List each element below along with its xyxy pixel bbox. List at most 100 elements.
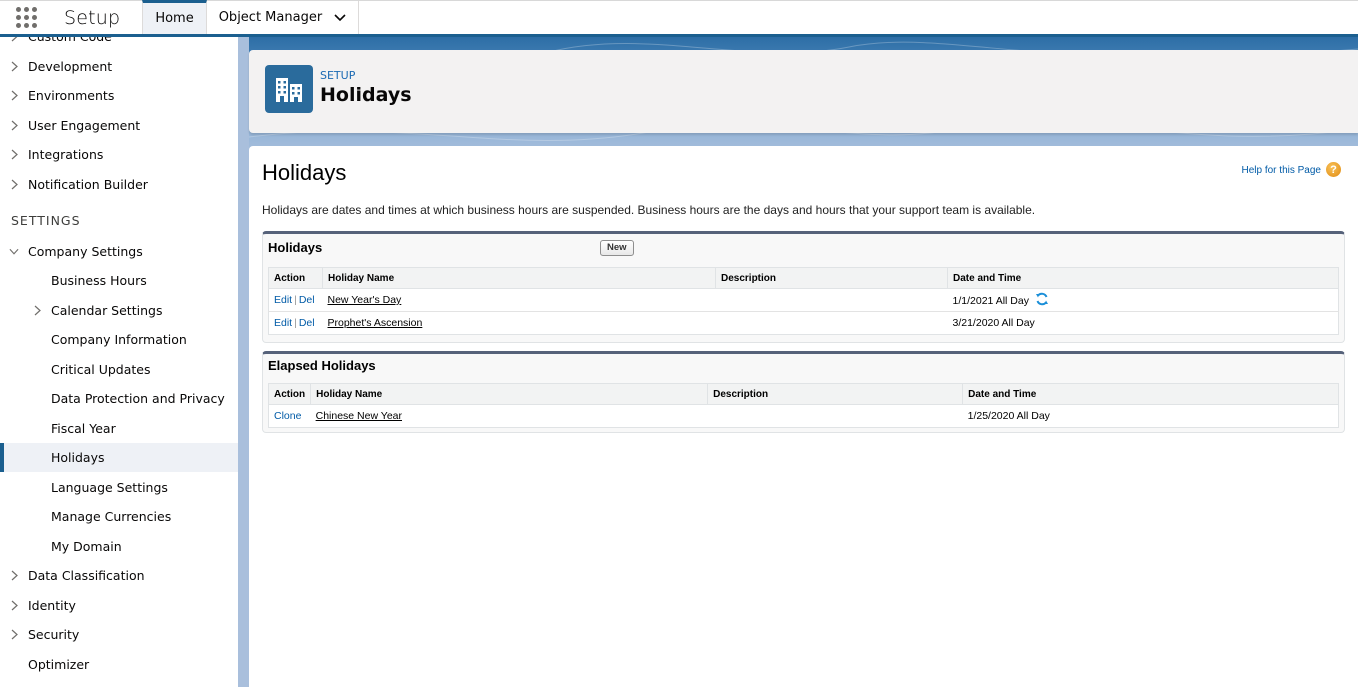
chevron-right-icon bbox=[9, 60, 19, 72]
sidebar-item-notification-builder[interactable]: Notification Builder bbox=[0, 170, 238, 199]
page-header: SETUP Holidays bbox=[249, 50, 1358, 133]
sidebar-item-company-information[interactable]: Company Information bbox=[0, 325, 238, 354]
help-icon[interactable]: ? bbox=[1326, 162, 1341, 177]
edit-link[interactable]: Edit bbox=[274, 317, 292, 329]
tab-object-manager[interactable]: Object Manager bbox=[207, 1, 360, 34]
sidebar-item-label: Business Hours bbox=[51, 273, 147, 288]
holidays-list-title: Holidays bbox=[268, 240, 323, 255]
description-cell bbox=[716, 312, 948, 335]
holiday-name-cell: New Year's Day bbox=[322, 288, 716, 312]
sidebar-item-calendar-settings[interactable]: Calendar Settings bbox=[0, 296, 238, 325]
column-header-action: Action bbox=[268, 383, 312, 405]
sidebar-item-holidays[interactable]: Holidays bbox=[0, 443, 238, 472]
sidebar-item-label: Custom Code bbox=[28, 37, 112, 44]
sidebar-item-security[interactable]: Security bbox=[0, 620, 238, 649]
holiday-name-link[interactable]: Chinese New Year bbox=[316, 410, 402, 422]
sidebar-item-optimizer[interactable]: Optimizer bbox=[0, 650, 238, 679]
tab-home[interactable]: Home bbox=[142, 0, 207, 34]
app-launcher-icon bbox=[15, 7, 37, 28]
sidebar-item-label: Integrations bbox=[28, 147, 104, 162]
sidebar-item-company-settings[interactable]: Company Settings bbox=[0, 237, 238, 266]
setup-sidebar: Custom Code Development Environments Use… bbox=[0, 37, 238, 687]
date-time-value: 1/25/2020 All Day bbox=[967, 410, 1050, 422]
delete-link[interactable]: Del bbox=[299, 317, 315, 329]
elapsed-holidays-table: Action Holiday Name Description Date and… bbox=[268, 383, 1339, 428]
clone-link[interactable]: Clone bbox=[274, 410, 301, 422]
sidebar-item-data-protection[interactable]: Data Protection and Privacy bbox=[0, 384, 238, 413]
table-header-row: Action Holiday Name Description Date and… bbox=[268, 383, 1339, 405]
app-launcher-button[interactable] bbox=[0, 1, 52, 34]
holidays-table: Action Holiday Name Description Date and… bbox=[268, 267, 1339, 335]
column-header-date-time[interactable]: Date and Time bbox=[947, 267, 1339, 289]
page-title: Holidays bbox=[320, 84, 412, 106]
page-description: Holidays are dates and times at which bu… bbox=[262, 203, 1036, 217]
sidebar-resize-divider[interactable] bbox=[238, 37, 249, 687]
chevron-right-icon bbox=[9, 37, 19, 42]
table-row: Edit | Del Prophet's Ascension 3/21/2020 A… bbox=[269, 312, 1339, 335]
action-cell: Clone bbox=[269, 405, 311, 428]
recurring-icon bbox=[1035, 292, 1049, 309]
action-separator: | bbox=[294, 317, 297, 329]
sidebar-item-user-engagement[interactable]: User Engagement bbox=[0, 111, 238, 140]
elapsed-holidays-list-title: Elapsed Holidays bbox=[268, 358, 376, 373]
sidebar-item-custom-code[interactable]: Custom Code bbox=[0, 37, 238, 51]
sidebar-item-label: Development bbox=[28, 59, 113, 74]
date-time-value: 1/1/2021 All Day bbox=[952, 294, 1029, 307]
column-header-holiday-name[interactable]: Holiday Name bbox=[322, 267, 716, 289]
new-holiday-button[interactable]: New bbox=[600, 240, 634, 256]
table-row: Clone Chinese New Year 1/25/2020 All Day bbox=[269, 405, 1339, 428]
sidebar-item-language-settings[interactable]: Language Settings bbox=[0, 473, 238, 502]
sidebar-item-label: Company Information bbox=[51, 332, 187, 347]
table-header-row: Action Holiday Name Description Date and… bbox=[268, 267, 1339, 289]
holiday-name-link[interactable]: New Year's Day bbox=[328, 294, 402, 306]
sidebar-item-development[interactable]: Development bbox=[0, 52, 238, 81]
chevron-right-icon bbox=[9, 178, 19, 190]
sidebar-item-identity[interactable]: Identity bbox=[0, 591, 238, 620]
date-time-value: 3/21/2020 All Day bbox=[952, 317, 1035, 329]
sidebar-heading-settings: SETTINGS bbox=[11, 213, 81, 228]
sidebar-item-label: Company Settings bbox=[28, 244, 143, 259]
sidebar-item-label: Manage Currencies bbox=[51, 509, 172, 524]
column-header-description[interactable]: Description bbox=[715, 267, 948, 289]
edit-link[interactable]: Edit bbox=[274, 294, 292, 306]
description-cell bbox=[715, 288, 948, 312]
tab-home-label: Home bbox=[155, 11, 194, 26]
sidebar-item-label: Language Settings bbox=[51, 480, 168, 495]
sidebar-item-integrations[interactable]: Integrations bbox=[0, 140, 238, 169]
sidebar-item-critical-updates[interactable]: Critical Updates bbox=[0, 355, 238, 384]
chevron-down-icon[interactable] bbox=[334, 13, 346, 22]
sidebar-item-my-domain[interactable]: My Domain bbox=[0, 532, 238, 561]
sidebar-item-fiscal-year[interactable]: Fiscal Year bbox=[0, 414, 238, 443]
sidebar-item-label: Optimizer bbox=[28, 657, 90, 672]
sidebar-item-label: Identity bbox=[28, 598, 76, 613]
sidebar-item-label: Notification Builder bbox=[28, 177, 148, 192]
help-for-this-page-link[interactable]: Help for this Page bbox=[1242, 165, 1322, 176]
sidebar-item-data-classification[interactable]: Data Classification bbox=[0, 561, 238, 590]
sidebar-item-manage-currencies[interactable]: Manage Currencies bbox=[0, 502, 238, 531]
date-time-cell: 3/21/2020 All Day bbox=[948, 312, 1339, 335]
chevron-down-icon bbox=[9, 245, 19, 257]
action-separator: | bbox=[294, 294, 297, 306]
chevron-right-icon bbox=[9, 628, 19, 640]
tab-object-manager-label: Object Manager bbox=[218, 10, 323, 25]
sidebar-item-label: Security bbox=[28, 627, 80, 642]
header-eyebrow: SETUP bbox=[320, 69, 356, 82]
action-cell: Edit | Del bbox=[268, 288, 323, 312]
sidebar-item-label: Critical Updates bbox=[51, 362, 151, 377]
sidebar-item-label: User Engagement bbox=[28, 118, 141, 133]
sidebar-item-business-hours[interactable]: Business Hours bbox=[0, 266, 238, 295]
sidebar-item-environments[interactable]: Environments bbox=[0, 81, 238, 110]
column-header-action: Action bbox=[268, 267, 323, 289]
building-icon bbox=[265, 65, 313, 113]
chevron-right-icon bbox=[9, 119, 19, 131]
content-panel: Holidays Help for this Page ? Holidays a… bbox=[249, 146, 1358, 687]
column-header-description[interactable]: Description bbox=[707, 383, 964, 405]
delete-link[interactable]: Del bbox=[299, 294, 315, 306]
chevron-right-icon bbox=[9, 89, 19, 101]
date-time-cell: 1/25/2020 All Day bbox=[963, 405, 1339, 428]
holiday-name-link[interactable]: Prophet's Ascension bbox=[328, 317, 423, 329]
column-header-holiday-name[interactable]: Holiday Name bbox=[310, 383, 709, 405]
column-header-date-time[interactable]: Date and Time bbox=[962, 383, 1339, 405]
table-row: Edit | Del New Year's Day 1/1/2021 All Day bbox=[268, 288, 1339, 312]
sidebar-item-label: Environments bbox=[28, 88, 115, 103]
